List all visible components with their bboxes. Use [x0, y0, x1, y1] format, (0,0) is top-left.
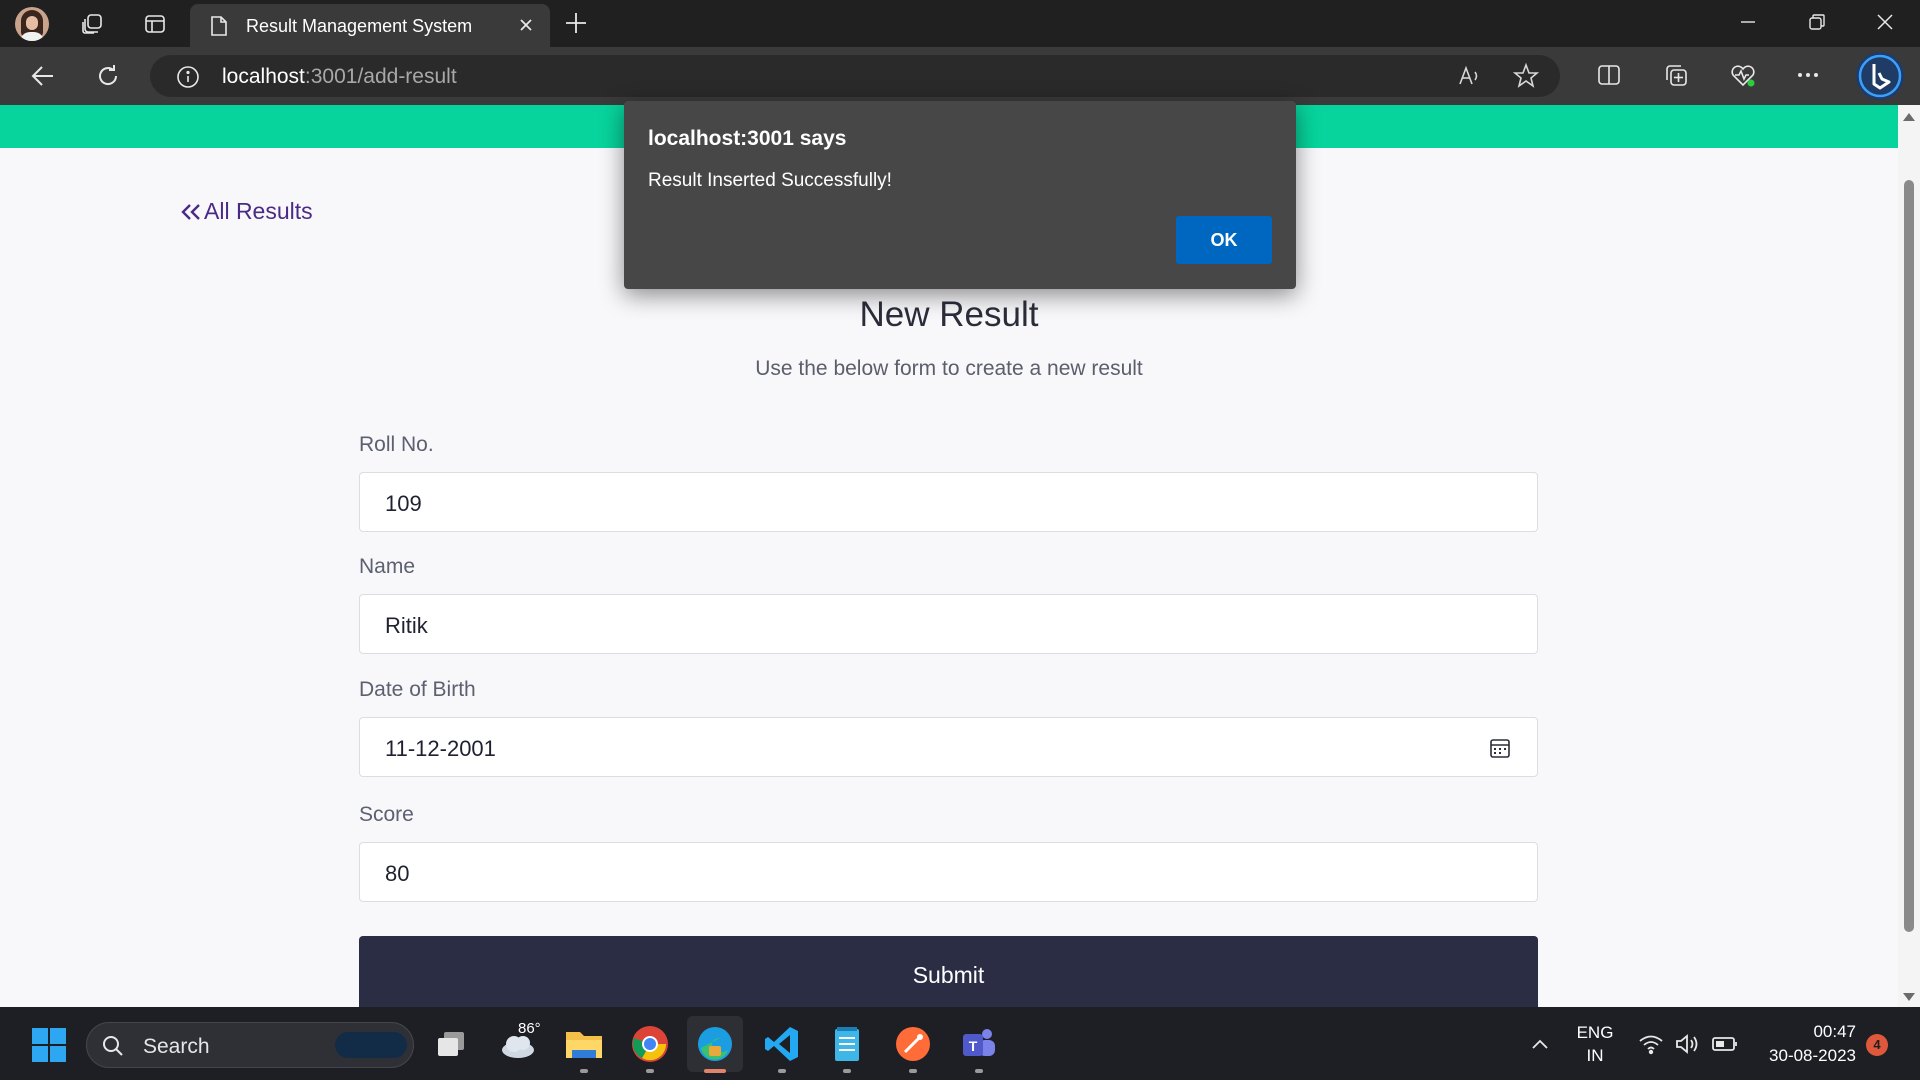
restore-icon[interactable]: [1806, 11, 1828, 33]
split-screen-icon[interactable]: [1596, 62, 1622, 88]
search-highlight-image: [335, 1032, 407, 1058]
url-bar[interactable]: localhost:3001/add-result: [150, 55, 1560, 97]
chrome-icon[interactable]: [630, 1024, 670, 1064]
tab-title: Result Management System: [246, 16, 473, 36]
dob-value: 11-12-2001: [385, 736, 496, 761]
windows-taskbar: Search 86° T ENG IN 00:47 30-08-2023: [0, 1007, 1920, 1080]
all-results-link[interactable]: All Results: [180, 198, 313, 225]
task-view-icon[interactable]: [432, 1024, 472, 1064]
scroll-up-icon[interactable]: [1903, 113, 1915, 121]
submit-button[interactable]: Submit: [359, 936, 1538, 1007]
dialog-title: localhost:3001 says: [648, 127, 847, 150]
running-indicator: [778, 1069, 786, 1073]
new-tab-icon[interactable]: [564, 11, 588, 35]
notepad-icon[interactable]: [827, 1024, 867, 1064]
running-indicator: [646, 1069, 654, 1073]
search-icon: [101, 1034, 125, 1058]
wifi-icon[interactable]: [1638, 1031, 1664, 1057]
postman-icon[interactable]: [893, 1024, 933, 1064]
language-bottom[interactable]: IN: [1574, 1046, 1616, 1066]
refresh-icon[interactable]: [94, 62, 122, 90]
score-label: Score: [359, 803, 414, 826]
battery-icon[interactable]: [1711, 1031, 1739, 1057]
teams-icon[interactable]: T: [959, 1024, 999, 1064]
minimize-icon[interactable]: [1737, 11, 1759, 33]
roll-no-value: 109: [385, 491, 422, 516]
scroll-down-icon[interactable]: [1903, 993, 1915, 1001]
dialog-message: Result Inserted Successfully!: [648, 170, 892, 191]
more-options-icon[interactable]: [1795, 62, 1821, 88]
score-value: 80: [385, 861, 410, 886]
browser-tab-bar: Result Management System: [0, 0, 1920, 47]
running-indicator: [975, 1069, 983, 1073]
site-info-icon[interactable]: [176, 65, 200, 89]
alert-dialog: localhost:3001 says Result Inserted Succ…: [624, 101, 1296, 289]
page-subtitle: Use the below form to create a new resul…: [755, 357, 1143, 380]
clock-time[interactable]: 00:47: [1756, 1022, 1856, 1042]
page-title: New Result: [859, 295, 1039, 334]
all-results-label: All Results: [204, 198, 313, 224]
roll-no-label: Roll No.: [359, 433, 434, 456]
language-top[interactable]: ENG: [1574, 1023, 1616, 1043]
roll-no-input[interactable]: 109: [359, 472, 1538, 532]
scrollbar-thumb[interactable]: [1904, 180, 1914, 932]
ok-button[interactable]: OK: [1176, 216, 1272, 264]
vscode-icon[interactable]: [762, 1024, 802, 1064]
windows-start-icon[interactable]: [32, 1028, 66, 1062]
running-indicator-active: [704, 1069, 726, 1073]
svg-text:T: T: [969, 1038, 978, 1054]
collections-icon[interactable]: [1663, 62, 1689, 88]
running-indicator: [843, 1069, 851, 1073]
running-indicator: [580, 1069, 588, 1073]
page-icon: [210, 15, 228, 37]
page-scrollbar[interactable]: [1898, 105, 1920, 1007]
favorite-star-icon[interactable]: [1513, 63, 1539, 89]
edge-icon[interactable]: [695, 1024, 735, 1064]
calendar-icon[interactable]: [1489, 737, 1511, 759]
dob-input[interactable]: 11-12-2001: [359, 717, 1538, 777]
submit-label: Submit: [912, 962, 985, 988]
workspaces-icon[interactable]: [80, 12, 104, 36]
close-window-icon[interactable]: [1874, 11, 1896, 33]
close-tab-icon[interactable]: [516, 15, 536, 35]
read-aloud-icon[interactable]: [1457, 63, 1483, 89]
notification-badge[interactable]: 4: [1866, 1034, 1888, 1056]
clock-date[interactable]: 30-08-2023: [1756, 1046, 1856, 1066]
search-label: Search: [143, 1035, 210, 1058]
dob-label: Date of Birth: [359, 678, 476, 701]
tab-actions-icon[interactable]: [143, 12, 167, 36]
chevron-up-icon[interactable]: [1529, 1033, 1551, 1055]
running-indicator: [909, 1069, 917, 1073]
name-label: Name: [359, 555, 416, 578]
file-explorer-icon[interactable]: [564, 1024, 604, 1064]
address-toolbar: localhost:3001/add-result: [0, 47, 1920, 105]
double-chevron-left-icon: [181, 203, 200, 220]
name-value: Ritik: [385, 613, 428, 638]
weather-cloud-icon[interactable]: [498, 1024, 538, 1064]
url-text[interactable]: localhost:3001/add-result: [222, 65, 457, 89]
volume-icon[interactable]: [1674, 1031, 1700, 1057]
browser-essentials-icon[interactable]: [1729, 62, 1757, 90]
copilot-icon[interactable]: [1856, 52, 1904, 100]
profile-avatar[interactable]: [15, 7, 49, 41]
tab-result-management[interactable]: Result Management System: [190, 4, 550, 47]
name-input[interactable]: Ritik: [359, 594, 1538, 654]
score-input[interactable]: 80: [359, 842, 1538, 902]
back-arrow-icon[interactable]: [29, 62, 57, 90]
taskbar-search[interactable]: Search: [86, 1022, 414, 1068]
